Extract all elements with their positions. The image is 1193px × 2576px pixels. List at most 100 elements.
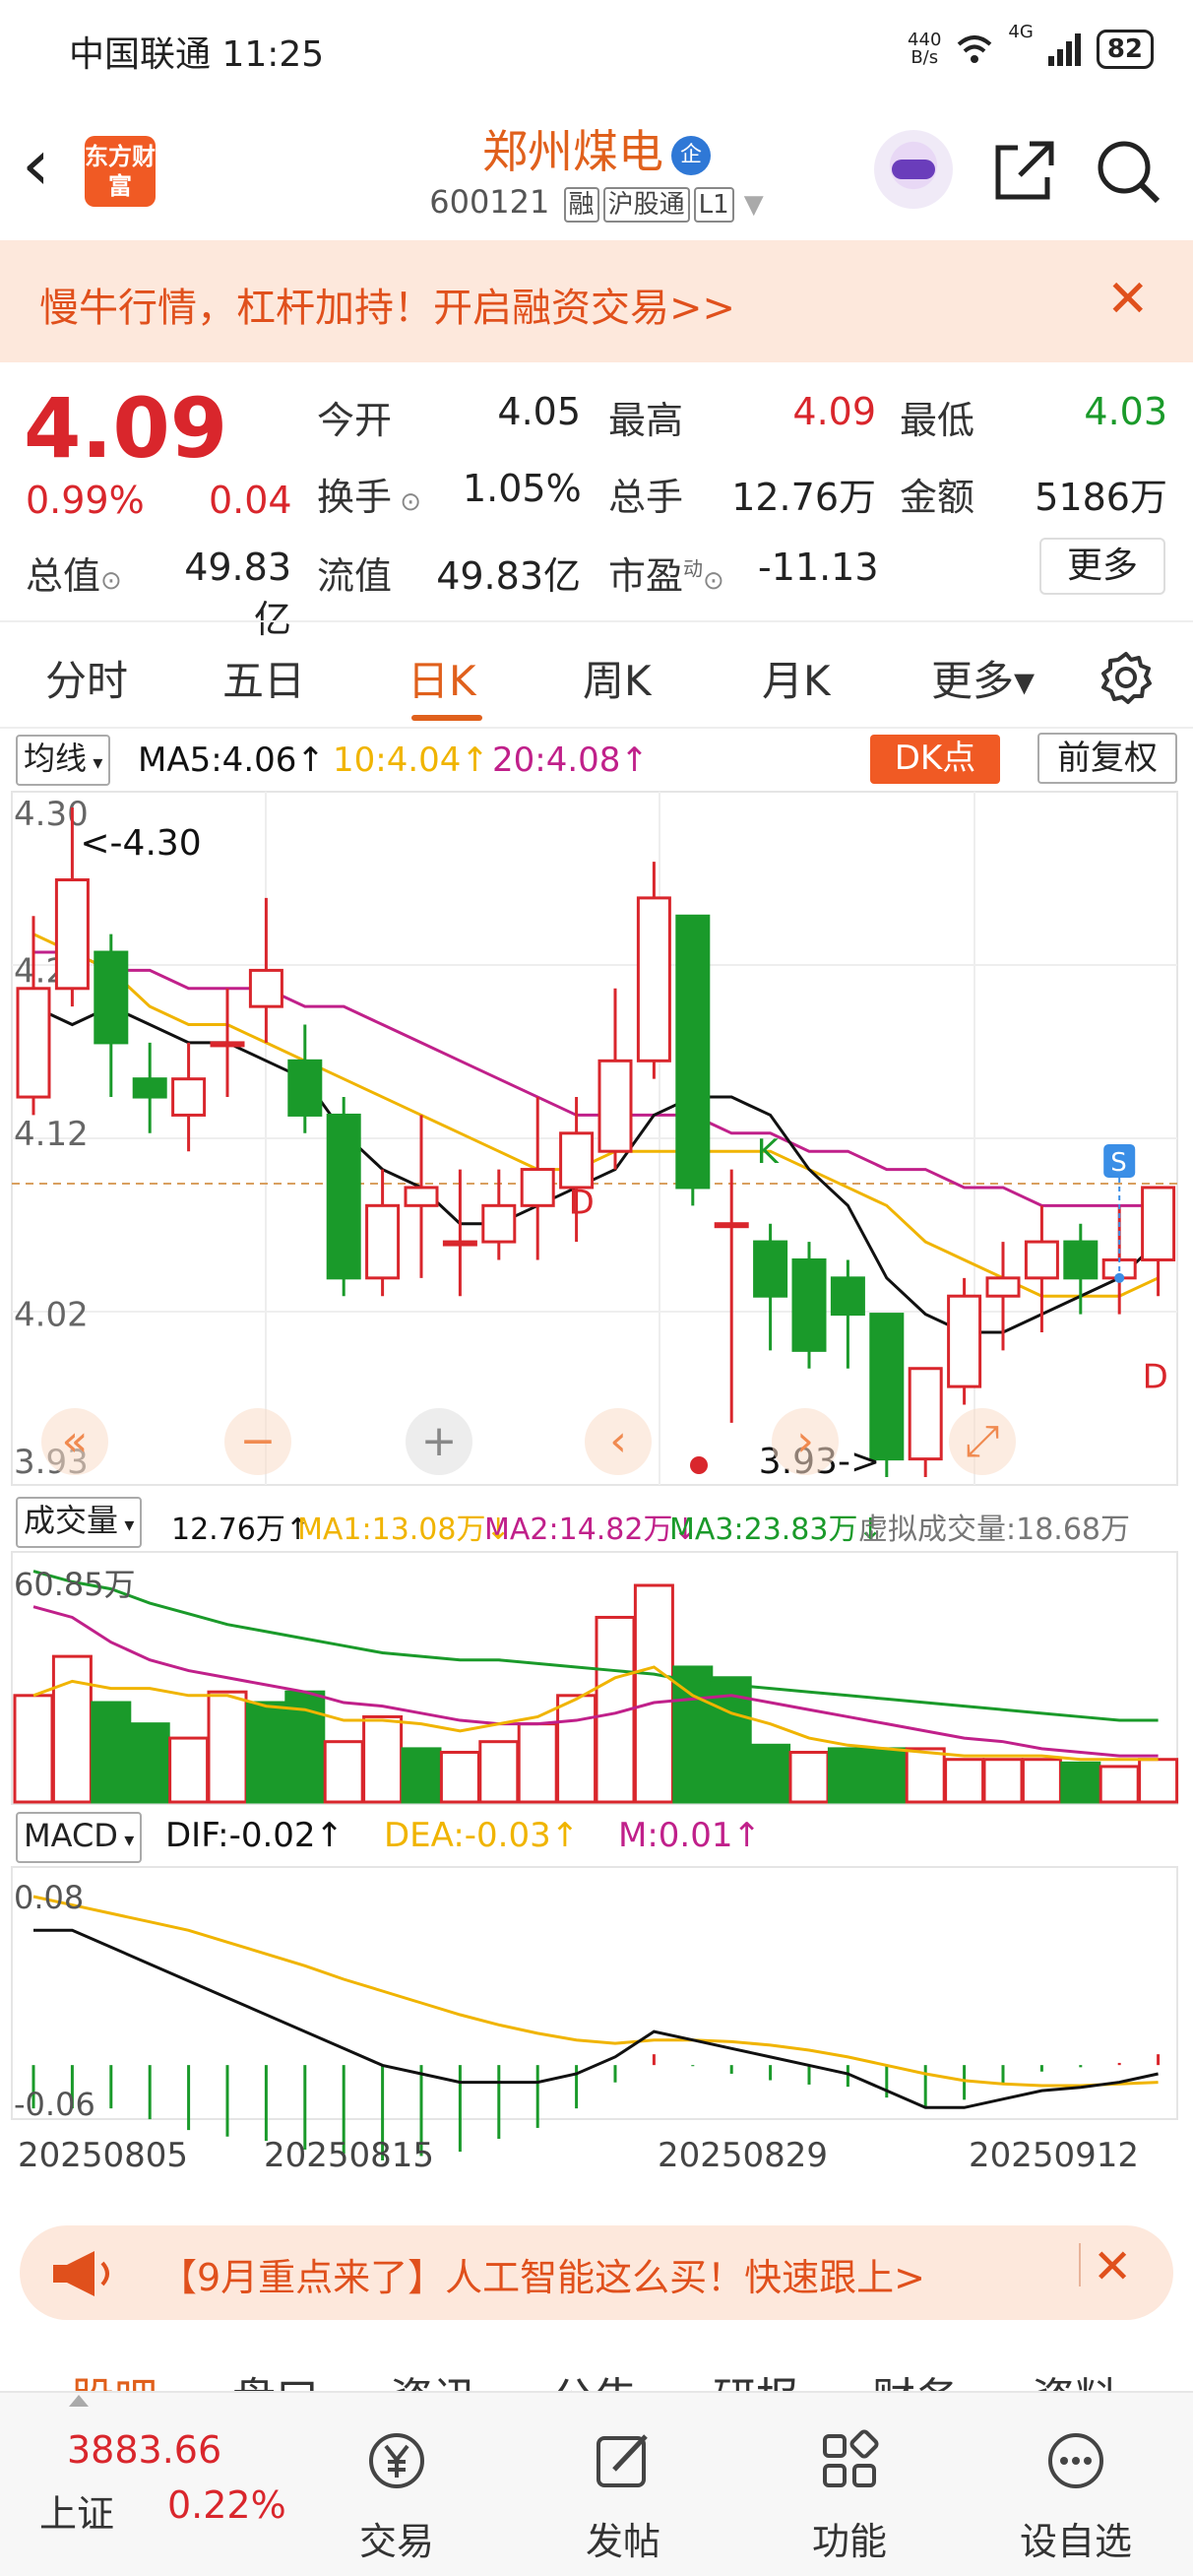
candle <box>636 862 671 1079</box>
yen-coin-icon <box>369 2433 424 2488</box>
fullscreen-icon[interactable]: ⤢ <box>949 1408 1016 1475</box>
macd-dif-line <box>33 1928 1159 2109</box>
volume-selector[interactable]: 成交量 ▾ <box>16 1497 143 1548</box>
dropdown-caret-icon[interactable]: ▼ <box>744 190 764 220</box>
banner-text[interactable]: 慢牛行情，杠杆加持！开启融资交易>> <box>39 276 735 333</box>
volume-bar <box>517 1722 558 1804</box>
network-type: 4G <box>1008 22 1034 42</box>
float-cap-value: 49.83亿 <box>436 554 581 598</box>
candle-body <box>1141 1186 1176 1261</box>
pe-label-text: 市盈 <box>608 554 684 598</box>
date-tick-label: 20250829 <box>658 2136 828 2175</box>
volume-selector-label: 成交量 <box>24 1502 119 1539</box>
candle-body <box>94 950 129 1045</box>
period-tabs: 分时 五日 日K 周K 月K 更多▾ <box>0 620 1193 729</box>
trade-label: 交易 <box>358 2520 434 2563</box>
macd-selector[interactable]: MACD ▾ <box>16 1812 143 1863</box>
close-icon[interactable]: ✕ <box>1106 270 1150 329</box>
volume-bar <box>91 1701 132 1804</box>
tab-announcements[interactable]: 公告 <box>551 2363 638 2393</box>
ma-selector[interactable]: 均线 ▾ <box>16 735 111 786</box>
tab-finance[interactable]: 财务 <box>872 2363 959 2393</box>
candle <box>210 988 245 1098</box>
volume-bar <box>750 1743 791 1804</box>
chevron-right-icon[interactable]: › <box>772 1408 839 1475</box>
date-axis-labels: 20250805 20250815 20250829 20250912 <box>18 2136 1139 2175</box>
zoom-out-icon[interactable]: − <box>224 1408 291 1475</box>
post-button[interactable]: 发帖 <box>559 2413 687 2570</box>
change-amount: 0.04 <box>209 479 292 522</box>
high-value: 4.09 <box>792 390 876 433</box>
macd-dif: DIF:-0.02↑ <box>165 1816 345 1855</box>
index-percent[interactable]: 0.22% <box>167 2483 286 2527</box>
add-watchlist-label: 设自选 <box>1019 2520 1132 2563</box>
expand-caret-icon[interactable] <box>69 2395 89 2407</box>
active-tab-underline <box>411 715 482 721</box>
tab-five-day[interactable]: 五日 <box>222 648 305 708</box>
volume-bar <box>207 1690 248 1804</box>
stock-code: 600121 <box>429 183 550 221</box>
candle-body <box>481 1203 517 1244</box>
tab-monthly-k[interactable]: 月K <box>762 648 831 708</box>
pe-label[interactable]: 市盈动⊙ <box>608 546 724 600</box>
functions-button[interactable]: 功能 <box>785 2413 913 2570</box>
macd-top-label: 0.08 <box>14 1879 84 1916</box>
tab-profile[interactable]: 资料 <box>1032 2363 1118 2393</box>
candle-body <box>675 914 711 1190</box>
float-cap-label: 流值 <box>317 554 393 598</box>
info-icon[interactable]: ⊙ <box>703 566 724 596</box>
gear-icon[interactable] <box>1099 650 1154 705</box>
candle <box>675 914 711 1206</box>
volume-bar <box>905 1747 946 1804</box>
adjust-button[interactable]: 前复权 <box>1037 733 1177 784</box>
margin-tag: 融 <box>563 187 599 223</box>
chevron-left-icon[interactable]: ‹ <box>585 1408 652 1475</box>
tab-weekly-k[interactable]: 周K <box>583 648 652 708</box>
edit-icon <box>596 2434 648 2487</box>
volume-ma3: MA3:23.83万↓ <box>669 1513 883 1547</box>
volume-bar <box>51 1654 93 1804</box>
search-icon[interactable] <box>1095 138 1162 205</box>
tab-pankou[interactable]: 盘口 <box>232 2363 319 2393</box>
signal-s-dot <box>1114 1272 1125 1283</box>
margin-trading-banner[interactable]: 慢牛行情，杠杆加持！开启融资交易>> ✕ <box>0 240 1193 362</box>
kline-charts[interactable]: 4.304.214.124.023.93 <-4.303.93->DKDS «−… <box>0 788 1193 2186</box>
candle-body <box>947 1294 982 1388</box>
index-value[interactable]: 3883.66 <box>67 2428 221 2472</box>
fast-rewind-icon[interactable]: « <box>41 1408 108 1475</box>
dk-point-button[interactable]: DK点 <box>870 735 1000 784</box>
assistant-robot-icon[interactable] <box>874 130 953 209</box>
current-price: 4.09 <box>24 380 228 477</box>
close-icon[interactable]: ✕ <box>1093 2239 1132 2294</box>
info-icon[interactable]: ⊙ <box>392 487 421 517</box>
add-watchlist-button[interactable]: 设自选 <box>1012 2413 1140 2570</box>
candle-body <box>985 1276 1021 1298</box>
zoom-in-icon[interactable]: + <box>406 1408 472 1475</box>
market-cap-label[interactable]: 总值⊙ <box>26 546 122 600</box>
volume-label: 总手 <box>608 476 684 519</box>
more-button[interactable]: 更多 <box>1039 538 1165 595</box>
share-icon[interactable] <box>990 138 1057 205</box>
candle <box>442 1169 477 1297</box>
trade-button[interactable]: 交易 <box>333 2413 461 2570</box>
open-label: 今开 <box>317 399 393 442</box>
ai-promo-banner[interactable]: 【9月重点来了】人工智能这么买！快速跟上> ✕ <box>20 2225 1173 2320</box>
turnover-label[interactable]: 换手 ⊙ <box>317 467 421 521</box>
price-tick-label: 4.30 <box>14 795 89 834</box>
promo-text[interactable]: 【9月重点来了】人工智能这么买！快速跟上> <box>159 2247 925 2301</box>
tab-daily-k[interactable]: 日K <box>408 648 476 708</box>
tab-research[interactable]: 研报 <box>713 2363 799 2393</box>
battery-indicator: 82 <box>1096 30 1154 69</box>
bottom-toolbar: 3883.66 上证 0.22% 交易 发帖 功能 设自选 <box>0 2391 1193 2576</box>
turnover-value: 1.05% <box>463 467 582 510</box>
index-name[interactable]: 上证 <box>39 2483 114 2538</box>
tab-intraday[interactable]: 分时 <box>45 648 128 708</box>
macd-dea-line <box>32 1895 1159 2088</box>
tab-news[interactable]: 资讯 <box>390 2363 476 2393</box>
candle-body <box>287 1059 323 1117</box>
tab-guba[interactable]: 股吧 <box>71 2363 157 2393</box>
info-icon[interactable]: ⊙ <box>100 566 122 596</box>
virtual-volume: 虚拟成交量:18.68万 <box>858 1513 1130 1547</box>
tab-more[interactable]: 更多▾ <box>931 648 1035 708</box>
volume-bar <box>362 1714 404 1804</box>
